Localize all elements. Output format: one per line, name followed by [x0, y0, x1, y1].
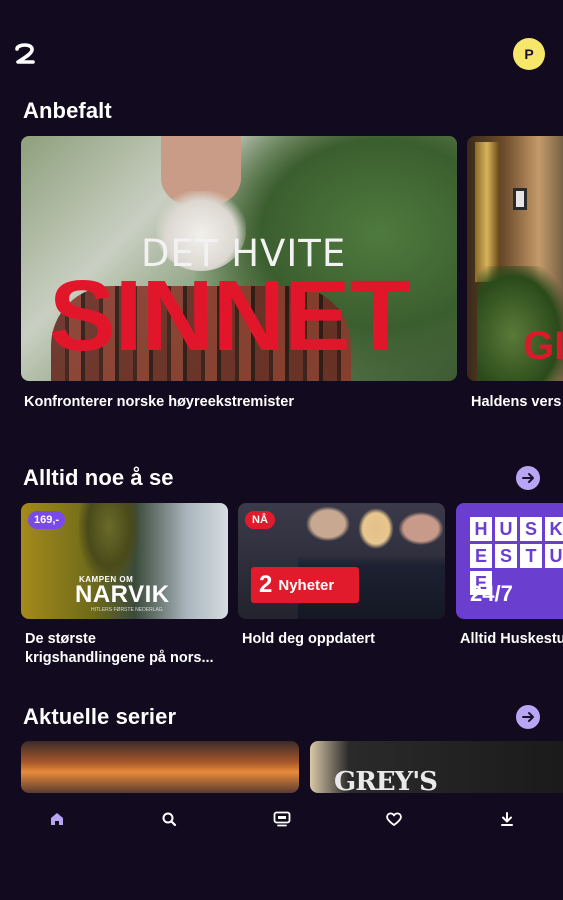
hero2-frame [475, 142, 499, 282]
download-icon [501, 812, 513, 826]
card-tv2-nyheter[interactable]: NÅ 2 Nyheter [238, 503, 445, 619]
news-caption: Hold deg oppdatert [242, 631, 375, 647]
live-badge: NÅ [245, 511, 275, 529]
profile-avatar[interactable]: P [513, 38, 545, 70]
letter-tile: H [470, 517, 492, 541]
arrow-right-icon [522, 473, 534, 483]
nav-favorites[interactable] [382, 809, 406, 829]
tv-icon [273, 811, 291, 827]
letter-tile: S [520, 517, 542, 541]
narvik-caption-line2: krigshandlingene på nors... [25, 650, 214, 666]
series-card-1[interactable] [21, 741, 299, 793]
section-title-aktuelle: Aktuelle serier [23, 704, 177, 729]
series-card-greys-anatomy[interactable]: GREY'S ANATOMY [310, 741, 563, 793]
bottom-navigation [0, 793, 563, 900]
nav-tv[interactable] [270, 809, 294, 829]
nav-search[interactable] [157, 809, 181, 829]
hero2-title: GI [523, 324, 563, 368]
letter-tile: U [495, 517, 517, 541]
letter-tile: T [520, 544, 542, 568]
hero-title-main: SINNET [49, 260, 411, 372]
huskestue-caption: Alltid Huskestu [460, 631, 563, 647]
tv2-nyheter-logo-number: 2 [259, 571, 273, 598]
letter-tile: S [495, 544, 517, 568]
letter-tile: U [545, 544, 563, 568]
tv2-logo-icon[interactable] [14, 42, 36, 66]
narvik-soldier [79, 503, 139, 583]
alltid-more-button[interactable] [516, 466, 540, 490]
aktuelle-more-button[interactable] [516, 705, 540, 729]
home-icon [51, 813, 63, 825]
section-title-alltid: Alltid noe å se [23, 465, 174, 490]
heart-icon [386, 812, 402, 826]
nav-downloads[interactable] [495, 809, 519, 829]
narvik-caption-line1: De største [25, 631, 96, 647]
hero2-caption: Haldens vers [471, 394, 562, 410]
search-icon [162, 812, 177, 827]
card-kampen-om-narvik[interactable]: 169,- KAMPEN OM NARVIK HITLERS FØRSTE NE… [21, 503, 228, 619]
huskestue-247: 24/7 [470, 581, 513, 606]
top-bar: P [0, 0, 563, 90]
hero-card-haldens[interactable]: GI [467, 136, 563, 381]
letter-tile: K [545, 517, 563, 541]
greys-title: GREY'S ANATOMY [334, 767, 438, 793]
card-huskestue[interactable]: H U S K E S T U E 24/7 [456, 503, 563, 619]
hero-card-det-hvite-sinnet[interactable]: DET HVITE SINNET [21, 136, 457, 381]
nav-home[interactable] [45, 809, 69, 829]
price-badge: 169,- [28, 511, 66, 529]
letter-tile: E [470, 544, 492, 568]
tv2-nyheter-logo: 2 Nyheter [251, 567, 359, 603]
narvik-subtitle: HITLERS FØRSTE NEDERLAG [91, 607, 163, 613]
hero2-picture [513, 188, 527, 210]
tv2-nyheter-logo-text: Nyheter [278, 576, 335, 594]
section-title-anbefalt: Anbefalt [23, 98, 112, 123]
arrow-right-icon [522, 712, 534, 722]
narvik-title: NARVIK [75, 581, 170, 608]
hero-caption: Konfronterer norske høyreekstremister [24, 394, 294, 410]
